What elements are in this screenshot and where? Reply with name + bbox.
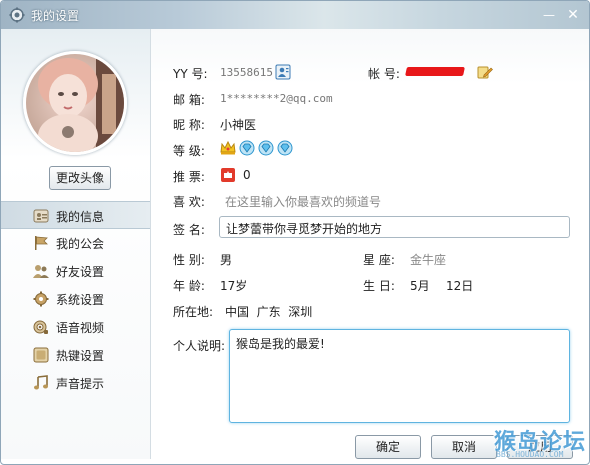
flag-icon xyxy=(35,236,48,250)
watermark-subtext: BBS.HOUDAO.COM xyxy=(496,450,564,459)
close-button[interactable]: ✕ xyxy=(565,7,581,23)
birth-day-value[interactable]: 12日 xyxy=(446,277,473,294)
diamond-icon xyxy=(239,140,255,156)
watermark: 猴岛论坛 BBS.HOUDAO.COM xyxy=(494,424,588,464)
ok-button[interactable]: 确定 xyxy=(355,435,421,459)
favorite-channel-input[interactable]: 在这里输入你最喜欢的频道号 xyxy=(225,193,381,210)
age-value: 17岁 xyxy=(220,279,248,293)
nav-label: 好友设置 xyxy=(56,265,105,279)
friends-icon xyxy=(33,265,49,278)
recommend-label: 推 票: xyxy=(173,170,205,184)
signature-input[interactable]: 让梦蕾带你寻觅梦开始的地方 xyxy=(219,216,570,238)
yy-number-value: 13558615 xyxy=(220,66,273,79)
diamond-icon xyxy=(277,140,293,156)
description-label: 个人说明: xyxy=(173,339,226,353)
nav-label: 我的信息 xyxy=(56,210,105,224)
cancel-button[interactable]: 取消 xyxy=(431,435,497,459)
nav-label: 我的公会 xyxy=(56,237,105,251)
gear-icon xyxy=(33,291,49,307)
music-note-icon xyxy=(34,375,48,390)
edit-icon[interactable] xyxy=(477,64,493,80)
constellation-value: 金牛座 xyxy=(410,253,447,267)
nav-label: 声音提示 xyxy=(56,377,105,391)
signature-label: 签 名: xyxy=(173,223,205,237)
birthday-label: 生 日: xyxy=(363,279,395,293)
yy-number-label: YY 号: xyxy=(173,67,208,81)
contact-card-icon[interactable] xyxy=(275,64,291,80)
email-value: 1********2@qq.com xyxy=(220,92,333,105)
avatar xyxy=(23,51,127,155)
constellation-label: 星 座: xyxy=(363,253,395,267)
gender-label: 性 别: xyxy=(173,253,205,267)
location-label: 所在地: xyxy=(173,305,214,319)
avatar-image xyxy=(26,54,124,152)
gender-value[interactable]: 男 xyxy=(220,251,232,268)
age-label: 年 龄: xyxy=(173,279,205,293)
gear-icon xyxy=(9,7,25,23)
nav-item-sound-alerts[interactable]: 声音提示 xyxy=(1,369,150,397)
level-label: 等 级: xyxy=(173,144,205,158)
nav-item-system-settings[interactable]: 系统设置 xyxy=(1,285,150,313)
nav-item-friend-settings[interactable]: 好友设置 xyxy=(1,257,150,285)
crown-icon xyxy=(220,140,236,155)
nav-item-my-guild[interactable]: 我的公会 xyxy=(1,229,150,257)
change-avatar-button[interactable]: 更改头像 xyxy=(49,166,111,190)
keyboard-icon xyxy=(33,347,49,363)
minimize-button[interactable]: — xyxy=(541,7,557,23)
diamond-icon xyxy=(258,140,274,156)
nav-item-my-info[interactable]: 我的信息 xyxy=(1,201,150,229)
nickname-label: 昵 称: xyxy=(173,118,205,132)
settings-nav: 我的信息 我的公会 好友设置 系统设置 语音视频 热键设置 声音提示 xyxy=(1,201,150,397)
window-title: 我的设置 xyxy=(31,9,80,23)
settings-window: 我的设置 — ✕ 更改头像 我的信息 我的公会 好友设置 系统设置 语音视频 热… xyxy=(0,0,590,465)
nav-label: 热键设置 xyxy=(56,349,105,363)
description-textarea[interactable]: 猴岛是我的最爱! xyxy=(229,329,570,423)
nickname-value: 小神医 xyxy=(220,118,257,132)
email-label: 邮 箱: xyxy=(173,93,205,107)
nav-item-hotkey-settings[interactable]: 热键设置 xyxy=(1,341,150,369)
nav-label: 系统设置 xyxy=(56,293,105,307)
birth-month-value[interactable]: 5月 xyxy=(410,277,430,294)
account-label: 帐 号: xyxy=(368,67,400,81)
nav-label: 语音视频 xyxy=(56,321,105,335)
account-value-redacted xyxy=(405,67,465,76)
location-value[interactable]: 中国 广东 深圳 xyxy=(225,303,312,320)
ticket-icon xyxy=(221,168,235,182)
recommend-value: 0 xyxy=(243,168,251,182)
favorite-label: 喜 欢: xyxy=(173,195,205,209)
nav-item-voice-video[interactable]: 语音视频 xyxy=(1,313,150,341)
camera-icon xyxy=(33,320,48,334)
left-sidebar: 更改头像 我的信息 我的公会 好友设置 系统设置 语音视频 热键设置 声音提示 xyxy=(1,29,151,459)
id-card-icon xyxy=(33,209,49,223)
title-bar[interactable]: 我的设置 — ✕ xyxy=(1,1,589,29)
